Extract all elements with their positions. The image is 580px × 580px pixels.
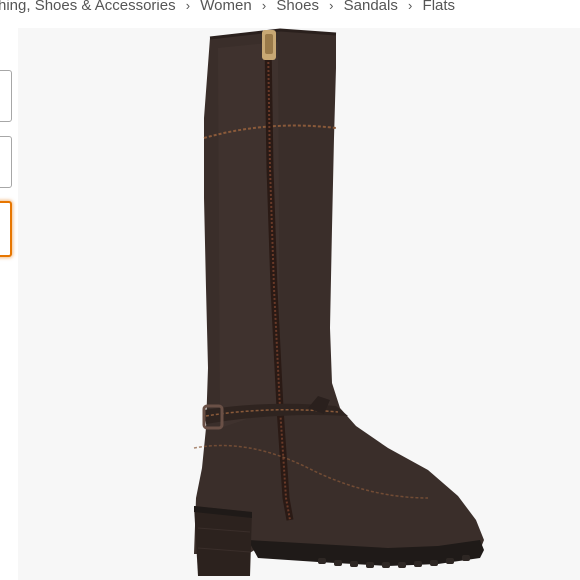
product-page: hing, Shoes & Accessories › Women › Shoe… [0,0,580,580]
breadcrumb-item-shoes[interactable]: Shoes [276,0,319,14]
thumbnail-3-selected[interactable] [0,201,12,257]
breadcrumb-separator: › [408,0,413,13]
breadcrumb-separator: › [261,0,267,13]
breadcrumb-item-women[interactable]: Women [200,0,251,14]
boot-image [193,28,484,576]
thumbnail-1[interactable] [0,70,12,122]
breadcrumb-item-sandals[interactable]: Sandals [344,0,398,14]
breadcrumb-item-flats[interactable]: Flats [423,0,456,14]
breadcrumb-separator: › [185,0,191,13]
product-main-image[interactable] [18,28,580,580]
breadcrumb-separator: › [329,0,334,13]
breadcrumb-item-clothing[interactable]: hing, Shoes & Accessories [0,0,176,14]
breadcrumb: hing, Shoes & Accessories › Women › Shoe… [0,0,455,16]
thumbnail-2[interactable] [0,136,12,188]
